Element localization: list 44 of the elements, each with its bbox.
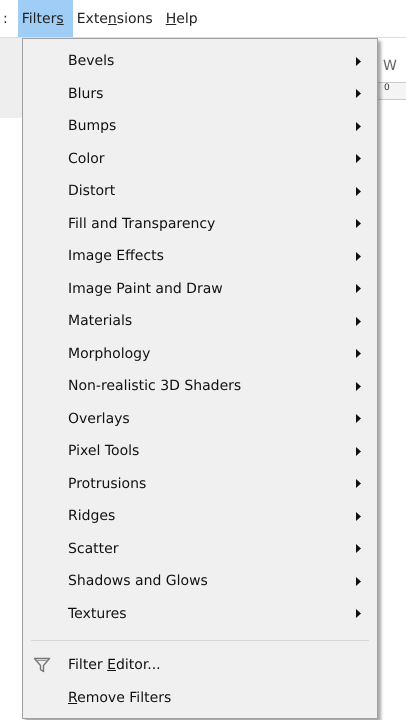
submenu-arrow-icon xyxy=(356,56,361,66)
menu-item[interactable]: Filter Editor... xyxy=(23,649,377,682)
menu-bar-item[interactable]: Extensions xyxy=(72,0,162,37)
menu-item[interactable]: Ridges xyxy=(23,500,377,532)
menu-item[interactable]: Pixel Tools xyxy=(23,435,377,468)
submenu-arrow-icon xyxy=(356,252,361,261)
menu-item[interactable]: Remove Filters xyxy=(23,682,377,714)
menu-item[interactable]: Textures xyxy=(23,598,377,630)
ruler: 0 xyxy=(378,82,406,100)
submenu-arrow-icon xyxy=(356,544,361,554)
menu-item[interactable]: Shadows and Glows xyxy=(23,565,377,598)
submenu-arrow-icon xyxy=(356,89,361,98)
menu-item[interactable]: Distort xyxy=(23,175,377,208)
menu-item[interactable]: Color xyxy=(23,142,377,175)
menu-item[interactable]: Protrusions xyxy=(23,468,377,500)
menu-item[interactable]: Image Effects xyxy=(23,240,377,272)
submenu-arrow-icon xyxy=(356,284,361,294)
submenu-arrow-icon xyxy=(356,186,361,196)
submenu-arrow-icon xyxy=(356,512,361,521)
menu-bar-item[interactable]: : xyxy=(0,0,18,37)
submenu-arrow-icon xyxy=(356,446,361,456)
submenu-arrow-icon xyxy=(356,122,361,131)
submenu-arrow-icon xyxy=(356,576,361,586)
menu-item[interactable]: Bumps xyxy=(23,110,377,142)
submenu-arrow-icon xyxy=(356,479,361,488)
menu-item[interactable]: Non-realistic 3D Shaders xyxy=(23,370,377,402)
submenu-arrow-icon xyxy=(356,219,361,228)
submenu-arrow-icon xyxy=(356,382,361,391)
menu-item[interactable]: Overlays xyxy=(23,402,377,435)
menu-item[interactable]: Blurs xyxy=(23,78,377,110)
submenu-arrow-icon xyxy=(356,154,361,164)
menu-item[interactable]: Image Paint and Draw xyxy=(23,272,377,305)
submenu-arrow-icon xyxy=(356,609,361,618)
menu-item[interactable]: Scatter xyxy=(23,532,377,565)
toolbar-label: W xyxy=(382,58,398,74)
menu-item[interactable]: Morphology xyxy=(23,338,377,370)
menu-bar-item[interactable]: Filters xyxy=(18,0,73,37)
submenu-arrow-icon xyxy=(356,349,361,358)
menu-item[interactable]: Materials xyxy=(23,305,377,338)
submenu-arrow-icon xyxy=(356,316,361,326)
menu-bar-item[interactable]: Help xyxy=(162,0,207,37)
menu-item[interactable]: Bevels xyxy=(23,45,377,78)
submenu-arrow-icon xyxy=(356,414,361,424)
menu-item[interactable]: Fill and Transparency xyxy=(23,208,377,240)
